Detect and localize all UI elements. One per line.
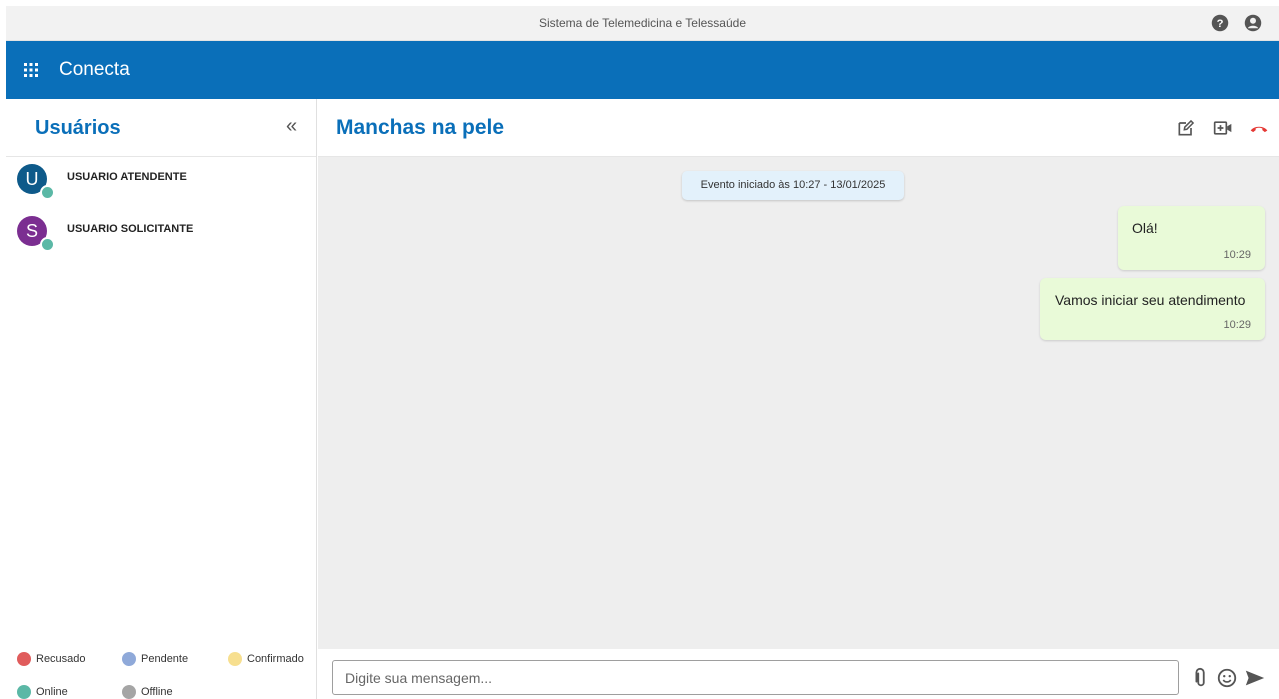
system-topbar: Sistema de Telemedicina e Telessaúde ? [6, 6, 1279, 41]
message-composer [318, 649, 1279, 699]
user-item-solicitante[interactable]: S USUARIO SOLICITANTE [6, 209, 317, 259]
svg-text:?: ? [1217, 18, 1224, 30]
legend-pendente: Pendente [122, 652, 188, 666]
legend-confirmado: Confirmado [228, 652, 304, 666]
system-title: Sistema de Telemedicina e Telessaúde [538, 16, 747, 30]
edit-icon[interactable] [1176, 118, 1196, 138]
add-video-icon[interactable] [1213, 118, 1233, 138]
legend-swatch [122, 652, 136, 666]
app-header: Conecta [6, 41, 1279, 99]
send-icon[interactable] [1244, 667, 1266, 689]
end-call-icon[interactable] [1249, 118, 1269, 138]
message-text: Vamos iniciar seu atendimento [1055, 292, 1246, 308]
status-online-dot [40, 185, 55, 200]
status-legend: Recusado Pendente Confirmado Online Offl… [6, 639, 317, 699]
message-bubble: Olá! 10:29 [1118, 206, 1265, 270]
user-name: USUARIO SOLICITANTE [67, 223, 194, 235]
sidebar-title: Usuários [35, 117, 121, 139]
help-icon[interactable]: ? [1211, 14, 1229, 32]
event-started-notice: Evento iniciado às 10:27 - 13/01/2025 [682, 171, 904, 200]
legend-swatch [122, 685, 136, 699]
status-online-dot [40, 237, 55, 252]
chat-title: Manchas na pele [336, 116, 505, 139]
emoji-icon[interactable] [1216, 667, 1238, 689]
message-bubble: Vamos iniciar seu atendimento 10:29 [1040, 278, 1265, 340]
legend-swatch [17, 685, 31, 699]
app-window: Sistema de Telemedicina e Telessaúde ? C… [6, 6, 1279, 699]
legend-swatch [17, 652, 31, 666]
user-item-atendente[interactable]: U USUARIO ATENDENTE [6, 157, 317, 207]
user-name: USUARIO ATENDENTE [67, 171, 187, 183]
legend-recusado: Recusado [17, 652, 86, 666]
legend-swatch [228, 652, 242, 666]
app-name: Conecta [59, 59, 130, 80]
legend-offline: Offline [122, 685, 173, 699]
chat-panel: Manchas na pele Evento iniciado às 10:27… [318, 99, 1279, 699]
message-input[interactable] [332, 660, 1179, 695]
apps-grid-icon[interactable] [24, 63, 38, 77]
users-sidebar: Usuários « U USUARIO ATENDENTE S USUARIO… [6, 99, 317, 699]
message-text: Olá! [1132, 220, 1158, 236]
sidebar-header: Usuários « [6, 99, 316, 157]
collapse-sidebar-icon[interactable]: « [286, 115, 297, 138]
chat-header: Manchas na pele [318, 99, 1279, 157]
messages-area: Evento iniciado às 10:27 - 13/01/2025 Ol… [318, 157, 1279, 649]
message-time: 10:29 [1223, 249, 1251, 261]
message-time: 10:29 [1223, 319, 1251, 331]
account-icon[interactable] [1244, 14, 1262, 32]
legend-online: Online [17, 685, 68, 699]
attach-icon[interactable] [1190, 667, 1212, 689]
